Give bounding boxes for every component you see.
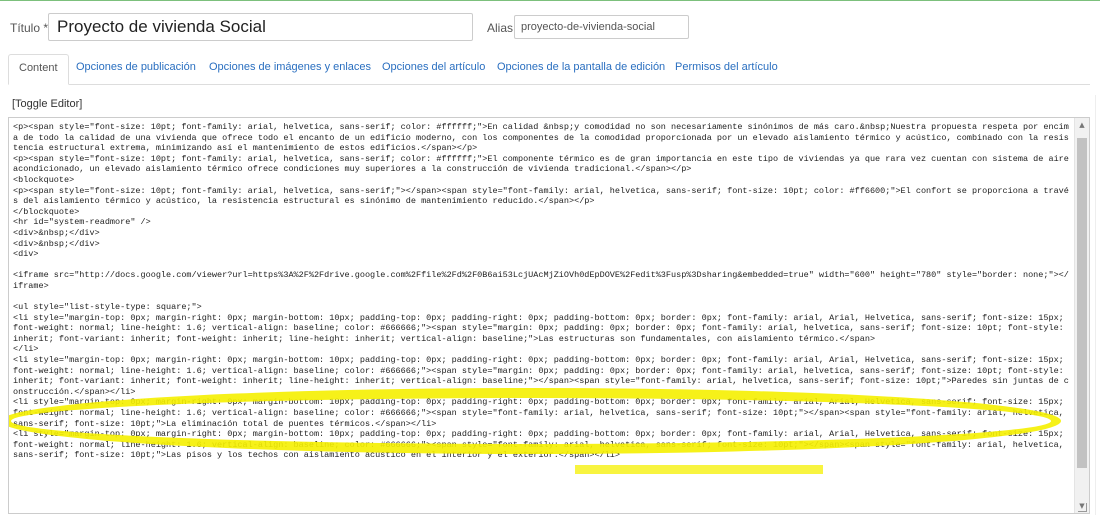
title-label: Título * — [10, 21, 49, 35]
tab-bar: Content Opciones de publicación Opciones… — [8, 54, 1090, 85]
alias-input[interactable] — [514, 15, 689, 39]
title-input[interactable] — [48, 13, 473, 41]
side-panel-edge — [1095, 95, 1100, 515]
tab-opciones-pantalla-edicion[interactable]: Opciones de la pantalla de edición — [497, 54, 665, 84]
scrollbar-thumb[interactable] — [1077, 138, 1087, 468]
toggle-editor-link[interactable]: [Toggle Editor] — [12, 98, 82, 110]
editor-code-text[interactable]: <p><span style="font-size: 10pt; font-fa… — [13, 122, 1073, 461]
alias-label: Alias — [487, 21, 514, 35]
tab-opciones-imagenes-enlaces[interactable]: Opciones de imágenes y enlaces — [209, 54, 371, 84]
html-source-editor[interactable]: <p><span style="font-size: 10pt; font-fa… — [8, 117, 1090, 514]
editor-scrollbar[interactable]: ▲ ▼ — [1074, 118, 1089, 513]
scroll-up-arrow-icon[interactable]: ▲ — [1077, 120, 1087, 130]
tab-permisos-articulo[interactable]: Permisos del artículo — [675, 54, 778, 84]
tab-content[interactable]: Content — [8, 54, 69, 85]
tab-opciones-articulo[interactable]: Opciones del artículo — [382, 54, 485, 84]
top-border — [0, 0, 1100, 1]
yellow-highlight-line — [575, 465, 823, 474]
tab-opciones-publicacion[interactable]: Opciones de publicación — [76, 54, 196, 84]
resize-handle-icon[interactable] — [1078, 503, 1087, 512]
